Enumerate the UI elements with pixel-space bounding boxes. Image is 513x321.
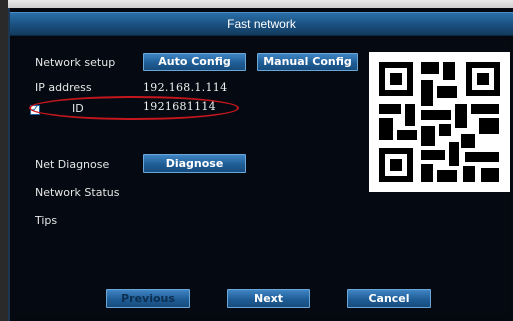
net-diagnose-label: Net Diagnose xyxy=(35,158,110,171)
id-highlight-ellipse xyxy=(29,96,239,120)
next-button[interactable]: Next xyxy=(227,289,310,308)
dialog-title: Fast network xyxy=(10,12,513,36)
window-frame-top xyxy=(0,0,513,8)
window-frame-left xyxy=(0,0,8,321)
auto-config-button[interactable]: Auto Config xyxy=(143,53,246,71)
cancel-button[interactable]: Cancel xyxy=(347,289,431,308)
network-setup-label: Network setup xyxy=(35,56,116,69)
ip-address-label: IP address xyxy=(35,81,92,94)
previous-button[interactable]: Previous xyxy=(106,289,190,308)
diagnose-button[interactable]: Diagnose xyxy=(143,154,246,173)
qr-code-icon xyxy=(369,52,510,192)
tips-label: Tips xyxy=(35,214,58,227)
ip-address-value: 192.168.1.114 xyxy=(143,81,228,94)
manual-config-button[interactable]: Manual Config xyxy=(257,53,358,71)
network-status-label: Network Status xyxy=(35,186,120,199)
